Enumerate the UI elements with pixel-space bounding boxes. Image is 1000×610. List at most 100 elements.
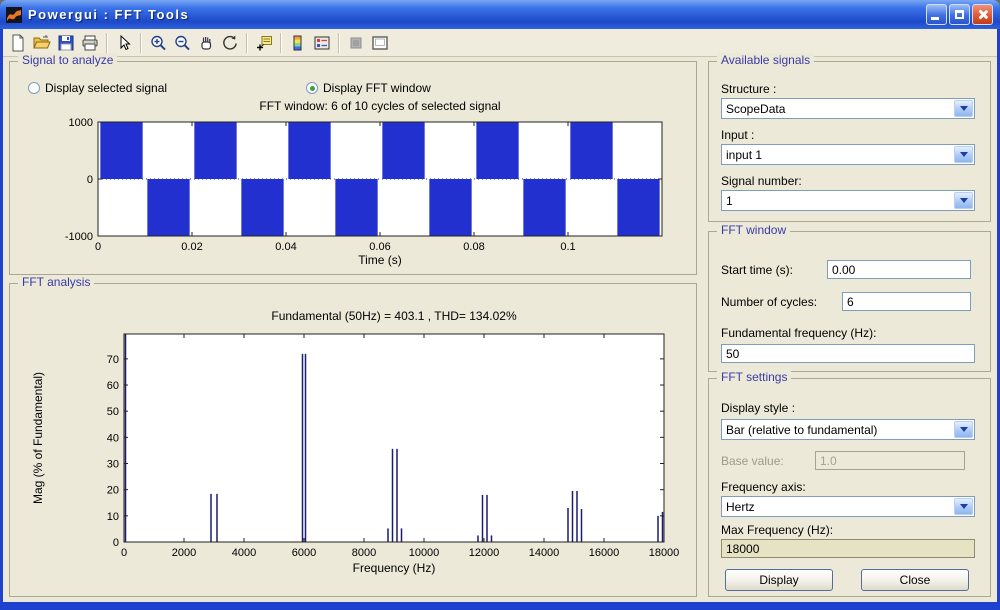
pan-button[interactable] [194, 31, 218, 55]
structure-select[interactable]: ScopeData [721, 98, 975, 119]
svg-text:6000: 6000 [292, 547, 316, 559]
input-select[interactable]: input 1 [721, 144, 975, 165]
chevron-down-icon[interactable] [954, 498, 973, 515]
signal-to-analyze-group: Signal to analyze Display selected signa… [9, 61, 697, 275]
close-icon [977, 9, 988, 20]
svg-text:16000: 16000 [589, 547, 620, 559]
toolbar-separator [280, 33, 282, 53]
signal-number-select[interactable]: 1 [721, 190, 975, 211]
insert-colorbar-button[interactable] [286, 31, 310, 55]
rotate-3d-button[interactable] [218, 31, 242, 55]
svg-text:0: 0 [87, 174, 93, 186]
toolbar-separator [140, 33, 142, 53]
brush-button [344, 31, 368, 55]
svg-text:0.1: 0.1 [560, 241, 575, 253]
toolbar-separator [106, 33, 108, 53]
svg-text:0: 0 [113, 537, 119, 549]
radio-display-fft-window[interactable]: Display FFT window [306, 81, 431, 95]
brush-disabled-icon [347, 34, 365, 52]
arrow-cursor-icon [115, 34, 133, 52]
zoom-out-icon [173, 34, 191, 52]
fundamental-frequency-label: Fundamental frequency (Hz): [721, 326, 876, 340]
cycles-input[interactable] [842, 292, 971, 311]
new-document-button[interactable] [6, 31, 30, 55]
svg-text:4000: 4000 [232, 547, 256, 559]
frequency-axis-value: Hertz [722, 500, 953, 514]
minimize-button[interactable] [926, 4, 947, 25]
svg-text:Frequency (Hz): Frequency (Hz) [353, 561, 436, 575]
pan-hand-icon [197, 34, 215, 52]
maximize-icon [955, 10, 964, 19]
powergui-fft-tools-window: Powergui : FFT Tools Signal to analyz [0, 0, 1000, 610]
chevron-down-icon[interactable] [954, 192, 973, 209]
arrow-cursor-button[interactable] [112, 31, 136, 55]
svg-text:14000: 14000 [529, 547, 560, 559]
data-cursor-button[interactable] [252, 31, 276, 55]
close-action-button[interactable]: Close [861, 569, 969, 591]
svg-text:10: 10 [107, 511, 119, 523]
insert-legend-button[interactable] [310, 31, 334, 55]
svg-text:20: 20 [107, 485, 119, 497]
fft-settings-group: FFT settings Display style : Bar (relati… [708, 378, 991, 597]
chevron-down-icon[interactable] [954, 146, 973, 163]
fft-window-signal-plot: 00.020.040.060.080.1-100001000FFT window… [18, 98, 690, 270]
svg-text:0.08: 0.08 [463, 241, 484, 253]
matlab-app-icon [5, 6, 23, 24]
input-value: input 1 [722, 148, 953, 162]
svg-text:1000: 1000 [69, 117, 93, 129]
svg-text:10000: 10000 [409, 547, 440, 559]
fft-window-group: FFT window Start time (s): Number of cyc… [708, 231, 991, 372]
frequency-axis-select[interactable]: Hertz [721, 496, 975, 517]
maximize-button[interactable] [949, 4, 970, 25]
radio-display-selected-signal[interactable]: Display selected signal [28, 81, 167, 95]
signal-to-analyze-legend: Signal to analyze [18, 53, 117, 67]
svg-text:70: 70 [107, 354, 119, 366]
svg-text:-1000: -1000 [65, 231, 93, 243]
radio-checked-icon [306, 82, 318, 94]
frequency-axis-label: Frequency axis: [721, 480, 806, 494]
rotate-3d-icon [221, 34, 239, 52]
save-button[interactable] [54, 31, 78, 55]
print-icon [81, 34, 99, 52]
max-frequency-input[interactable] [721, 539, 975, 558]
svg-text:0: 0 [95, 241, 101, 253]
chevron-down-icon[interactable] [954, 421, 973, 438]
radio-label: Display selected signal [45, 81, 167, 95]
svg-text:2000: 2000 [172, 547, 196, 559]
zoom-in-button[interactable] [146, 31, 170, 55]
fft-window-legend: FFT window [717, 223, 790, 237]
close-button[interactable] [972, 4, 993, 25]
main-content: Signal to analyze Display selected signa… [3, 57, 997, 602]
start-time-input[interactable] [827, 260, 971, 279]
display-style-select[interactable]: Bar (relative to fundamental) [721, 419, 975, 440]
zoom-in-icon [149, 34, 167, 52]
chevron-down-icon[interactable] [954, 100, 973, 117]
svg-text:50: 50 [107, 406, 119, 418]
zoom-out-button[interactable] [170, 31, 194, 55]
signal-number-value: 1 [722, 194, 953, 208]
structure-label: Structure : [721, 82, 776, 96]
radio-icon [28, 82, 40, 94]
svg-text:0.04: 0.04 [275, 241, 296, 253]
max-frequency-label: Max Frequency (Hz): [721, 523, 833, 537]
title-bar: Powergui : FFT Tools [0, 0, 1000, 29]
titlebar-buttons [926, 4, 993, 25]
svg-text:12000: 12000 [469, 547, 500, 559]
base-value-label: Base value: [721, 454, 784, 468]
fft-settings-legend: FFT settings [717, 370, 791, 384]
save-icon [57, 34, 75, 52]
signal-number-label: Signal number: [721, 174, 802, 188]
svg-text:18000: 18000 [649, 547, 680, 559]
svg-text:40: 40 [107, 432, 119, 444]
display-button[interactable]: Display [725, 569, 833, 591]
window-title: Powergui : FFT Tools [28, 7, 926, 22]
svg-text:FFT window: 6 of 10 cycles of: FFT window: 6 of 10 cycles of selected s… [259, 99, 500, 113]
fft-analysis-legend: FFT analysis [18, 275, 94, 289]
print-button[interactable] [78, 31, 102, 55]
open-file-button[interactable] [30, 31, 54, 55]
input-label: Input : [721, 128, 754, 142]
fundamental-frequency-input[interactable] [721, 344, 975, 363]
svg-text:0: 0 [121, 547, 127, 559]
svg-text:0.06: 0.06 [369, 241, 390, 253]
toolbar-separator [246, 33, 248, 53]
